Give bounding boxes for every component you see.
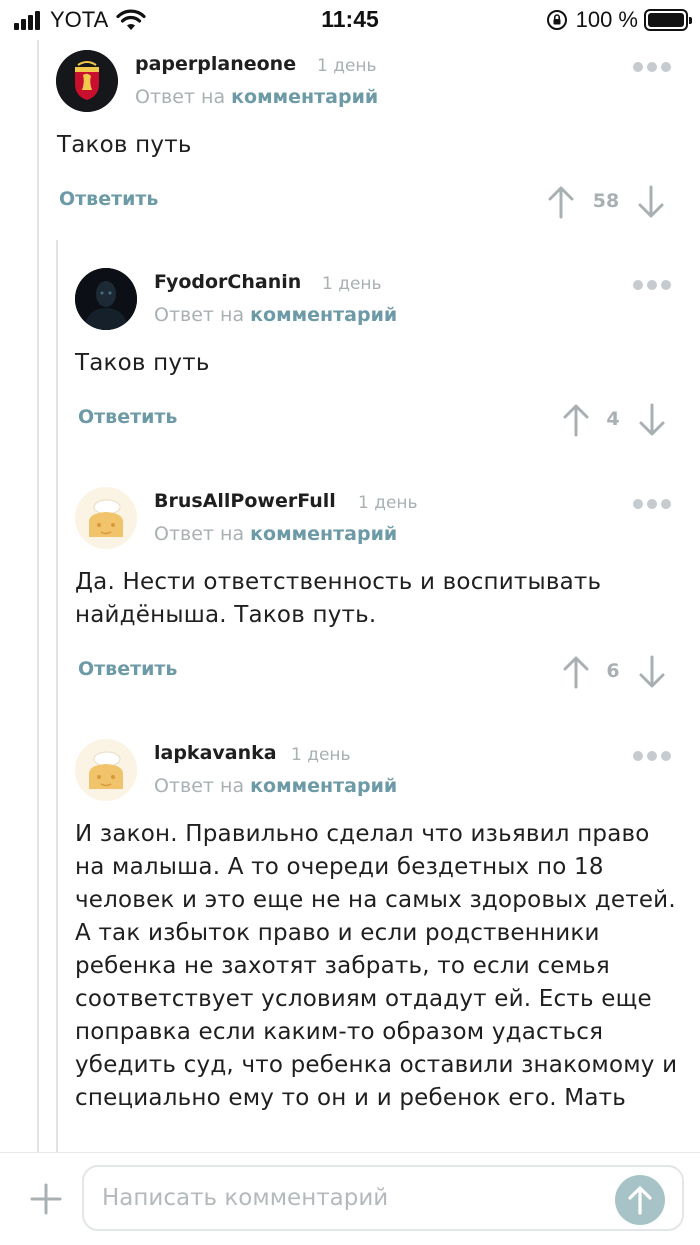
more-dots-icon[interactable] — [633, 499, 671, 511]
avatar[interactable] — [56, 50, 118, 112]
reply-to-line: Ответ на комментарий — [135, 86, 379, 108]
avatar[interactable] — [75, 739, 137, 801]
arrow-up-icon[interactable] — [548, 185, 574, 219]
comment-text: Таков путь — [75, 350, 210, 376]
reply-to-line: Ответ на комментарий — [154, 523, 398, 545]
rating-count: 4 — [606, 408, 620, 430]
author-name[interactable]: FyodorChanin — [154, 271, 301, 293]
author-name[interactable]: lapkavanka — [154, 742, 277, 764]
arrow-down-icon[interactable] — [638, 185, 664, 219]
send-arrow-icon — [628, 1186, 652, 1215]
parent-comment-link[interactable]: комментарий — [250, 775, 397, 797]
comment-date: 1 день — [317, 56, 377, 76]
comment-composer — [0, 1152, 700, 1245]
avatar-photo-icon — [75, 268, 137, 330]
comment-text: Да. Нести ответственность и воспитывать … — [75, 569, 602, 628]
reply-button[interactable]: Ответить — [78, 406, 177, 428]
thread-line — [37, 40, 39, 1152]
battery-percent: 100 % — [575, 7, 638, 32]
rating-count: 58 — [592, 190, 620, 212]
arrow-up-icon[interactable] — [563, 655, 589, 689]
send-button[interactable] — [615, 1175, 665, 1225]
reply-to-line: Ответ на комментарий — [154, 304, 398, 326]
thread-line — [56, 240, 58, 1152]
comment-input[interactable] — [82, 1165, 684, 1231]
arrow-down-icon[interactable] — [639, 403, 665, 437]
parent-comment-link[interactable]: комментарий — [231, 86, 378, 108]
arrow-up-icon[interactable] — [563, 403, 589, 437]
default-avatar-icon — [75, 487, 137, 549]
more-dots-icon[interactable] — [633, 62, 671, 74]
comment-date: 1 день — [358, 493, 418, 513]
avatar[interactable] — [75, 268, 137, 330]
reply-button[interactable]: Ответить — [59, 188, 158, 210]
comment-date: 1 день — [291, 745, 351, 765]
default-avatar-icon — [75, 739, 137, 801]
orientation-lock-icon — [546, 10, 567, 30]
battery-icon — [644, 9, 692, 31]
author-name[interactable]: paperplaneone — [135, 53, 296, 75]
comment-thread[interactable]: paperplaneone 1 день Ответ на комментари… — [0, 40, 700, 1152]
parent-comment-link[interactable]: комментарий — [250, 523, 397, 545]
avatar[interactable] — [75, 487, 137, 549]
comment-text: И закон. Правильно сделал что изьявил пр… — [75, 821, 678, 1111]
vote-control: 4 — [563, 403, 668, 437]
parent-comment-link[interactable]: комментарий — [250, 304, 397, 326]
status-bar: YOTA 11:45 100 % — [0, 0, 700, 40]
comment-date: 1 день — [322, 274, 382, 294]
more-dots-icon[interactable] — [633, 280, 671, 292]
arrow-down-icon[interactable] — [639, 655, 665, 689]
author-name[interactable]: BrusAllPowerFull — [154, 490, 336, 512]
reply-button[interactable]: Ответить — [78, 658, 177, 680]
plus-icon[interactable] — [28, 1181, 64, 1217]
rating-count: 6 — [606, 660, 620, 682]
more-dots-icon[interactable] — [633, 751, 671, 763]
vote-control: 6 — [563, 655, 668, 689]
vote-control: 58 — [548, 185, 668, 219]
comment-text: Таков путь — [57, 132, 192, 158]
reply-to-line: Ответ на комментарий — [154, 775, 398, 797]
club-crest-icon — [56, 50, 118, 112]
